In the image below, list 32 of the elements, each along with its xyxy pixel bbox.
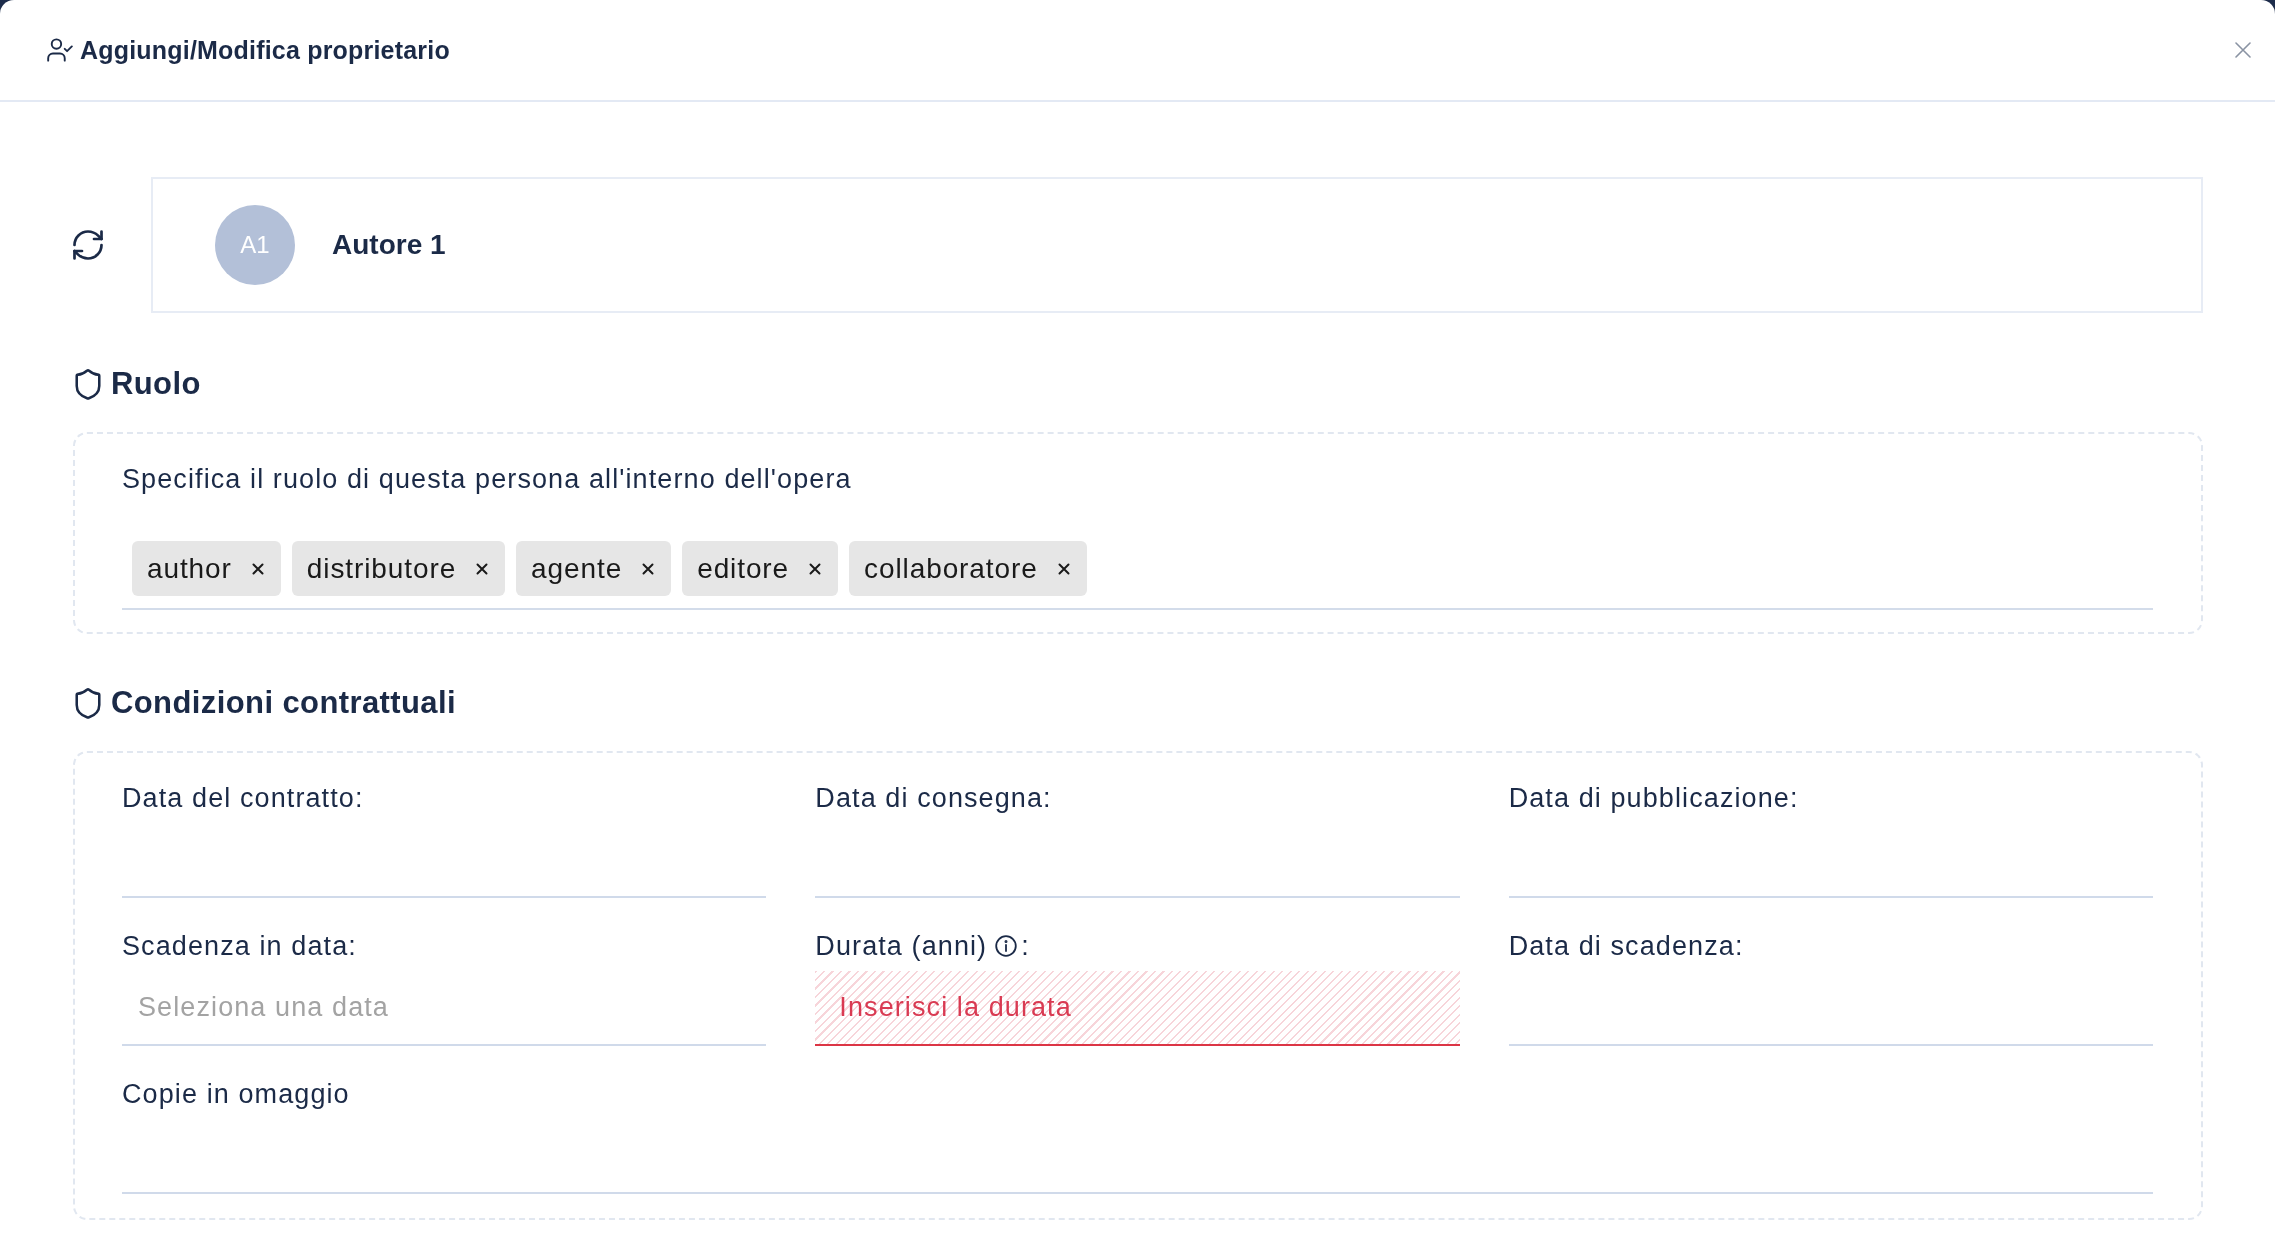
dialog-title: Aggiungi/Modifica proprietario [80, 35, 451, 65]
info-icon[interactable] [995, 935, 1018, 957]
field-label: Durata (anni) [815, 931, 988, 961]
role-name: collaboratore [864, 552, 1038, 585]
section-heading: Condizioni contrattuali [111, 685, 456, 721]
shield-icon [75, 368, 101, 400]
field-label: Data di scadenza: [1508, 931, 1744, 961]
role-name: distributore [306, 552, 457, 585]
field-label: Data di pubblicazione: [1508, 783, 1799, 813]
remove-icon[interactable] [809, 562, 822, 575]
role-tags-field[interactable]: author distributore agente editore collaboratore [122, 541, 2153, 610]
field-label: Data del contratto: [122, 783, 364, 813]
role-description: Specifica il ruolo di questa persona all'interno dell'opera [122, 463, 853, 496]
close-icon[interactable] [2235, 42, 2251, 58]
field-label: Data di consegna: [815, 783, 1052, 813]
input-field[interactable]: Inserisci la durata [815, 971, 1460, 1046]
user-check-icon [47, 38, 73, 62]
section-heading: Ruolo [111, 366, 201, 402]
owner-name: Autore 1 [332, 229, 446, 261]
label-colon: : [1021, 931, 1030, 961]
remove-icon[interactable] [476, 562, 489, 575]
refresh-icon[interactable] [73, 230, 103, 260]
remove-icon[interactable] [251, 562, 264, 575]
remove-icon[interactable] [1057, 562, 1070, 575]
role-name: editore [697, 552, 790, 585]
field-label: Scadenza in data: [122, 931, 357, 961]
initials-avatar: A1 [215, 205, 295, 285]
role-name: author [147, 552, 232, 585]
shield-icon [75, 687, 101, 719]
field-label: Copie in omaggio [122, 1079, 350, 1109]
remove-icon[interactable] [642, 562, 655, 575]
role-name: agente [531, 552, 623, 585]
